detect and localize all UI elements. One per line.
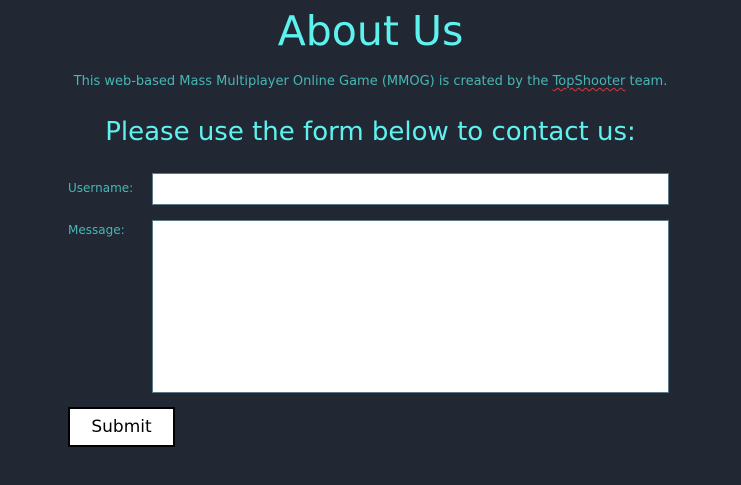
submit-button[interactable]: Submit	[68, 407, 175, 447]
intro-text: This web-based Mass Multiplayer Online G…	[0, 72, 741, 92]
about-page: About Us This web-based Mass Multiplayer…	[0, 0, 741, 485]
intro-text-start: This web-based Mass Multiplayer Online G…	[73, 74, 553, 89]
message-label: Message:	[68, 223, 125, 237]
team-name: TopShooter	[552, 74, 626, 89]
contact-heading: Please use the form below to contact us:	[105, 117, 636, 147]
username-input[interactable]	[152, 173, 669, 205]
message-textarea[interactable]	[152, 220, 669, 393]
username-label: Username:	[68, 181, 134, 195]
page-title: About Us	[277, 7, 464, 55]
intro-text-end: team.	[625, 74, 668, 89]
